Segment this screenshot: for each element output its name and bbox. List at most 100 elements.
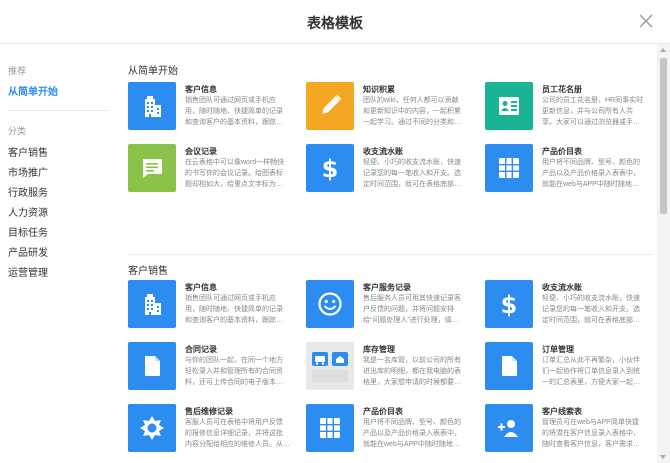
template-card[interactable]: 客户信息 销售团队可通过网页或手机应 用，随时随地、快捷简单的记录 和查询客户的基本资…	[128, 280, 304, 332]
description-line: 在云表格中可以像word一样畅快	[185, 159, 285, 166]
description-line: 销售团队可通过网页或手机应	[185, 97, 276, 104]
template-card[interactable]: $ 收支流水账 轻便、小巧的收支流水账，快速 记录您的每一笔收入和开支。选 定时间范围，…	[485, 280, 657, 332]
section-title: 从简单开始	[128, 66, 178, 77]
template-name: 收支流水账	[363, 147, 403, 156]
description-line: 轻便、小巧的收支流水账，快速	[363, 159, 461, 166]
template-gallery: 从简单开始 客户信息 销售团队可通过网页或手机应 用，随时随地、快捷简单的记录 和查询客…	[113, 44, 657, 463]
template-card[interactable]: 订单管理 订单汇总从此不再繁杂，小伙伴 们一起协作将订单信息录入到统 一的汇总表里，方…	[485, 342, 657, 394]
sidebar-item-quick-start[interactable]: 从简单开始	[8, 83, 58, 98]
description-line: 更新信息，并与公司所有人共	[542, 108, 633, 115]
description-line: 一起学习。通过不同的分类和…	[363, 119, 461, 126]
template-description: 公司的员工花名册，HR同事实时 更新信息，并与公司所有人共 享。大家可以通过浏览器或…	[542, 95, 657, 129]
description-line: 享。大家可以通过浏览器或手…	[542, 119, 640, 126]
template-name: 客户信息	[185, 85, 217, 94]
template-card[interactable]: 产品价目表用户将不同品牌、型号、颜色的 产品以及产品价格录入表表中， 就能在web与…	[306, 404, 482, 456]
description-line: 我是一名库管，以前公司的所有	[363, 357, 461, 364]
description-line: 就能在web与APP中随时随地…	[542, 181, 639, 188]
sidebar-recommend-label: 推荐	[8, 66, 27, 76]
template-description: 与你的团队一起，在同一个地方 轻松录入并和管理所有的合同资 料，还可上传合同的电子版…	[185, 355, 302, 389]
description-line: 售后服务人员可用其快速记录客	[363, 295, 461, 302]
svg-text:$: $	[501, 291, 518, 319]
template-name: 客户线索表	[542, 407, 582, 416]
template-name: 客户信息	[185, 283, 217, 292]
template-card[interactable]: 客户信息 销售团队可通过网页或手机应 用，随时随地、快捷简单的记录 和查询客户的基本资…	[128, 82, 304, 134]
template-card[interactable]: 知识积累团队的wiki，任何人都可以贡献 和更新知识中的内容，一起积累 一起学习。通…	[306, 82, 482, 134]
template-card[interactable]: 售后维修记录 客服人员可在表格中将用户反馈 的报修信息详细记录，并将这批 内容分配给相…	[128, 404, 304, 456]
description-line: 用，随时随地、快捷简单的记录	[185, 108, 283, 115]
template-name: 产品价目表	[542, 147, 582, 156]
sidebar-item-product-rd[interactable]: 产品研发	[8, 244, 48, 259]
template-description: 销售团队可通过网页或手机应 用，随时随地、快捷简单的记录 和查询客户的基本资料，跟踪…	[185, 95, 302, 129]
scroll-up-arrow-icon[interactable]	[660, 48, 666, 52]
description-line: 公司的员工花名册，HR同事实时	[542, 97, 644, 104]
description-line: 管理员可在web与APP简单快捷	[542, 419, 639, 426]
dialog-title: 表格模板	[307, 15, 363, 31]
sidebar-item-hr[interactable]: 人力资源	[8, 204, 48, 219]
sidebar-item-goals-tasks[interactable]: 目标任务	[8, 224, 48, 239]
template-description: 销售团队可通过网页或手机应 用，随时随地、快捷简单的记录 和查询客户的基本资料，跟踪…	[185, 293, 302, 327]
template-description: 轻便、小巧的收支流水账，快速 记录您的每一笔收入和开支。选 定时间范围，就可在表格底…	[363, 157, 480, 191]
template-name: 知识积累	[363, 85, 395, 94]
template-description: 轻便、小巧的收支流水账，快速 记录您的每一笔收入和开支。选 定时间范围，就可在表格底…	[542, 293, 657, 327]
description-line: 一的汇总表里，方便大家一起…	[542, 379, 640, 386]
description-line: 客服人员可在表格中将用户反馈	[185, 419, 283, 426]
smile-icon	[306, 280, 354, 328]
template-name: 客户服务记录	[363, 283, 411, 292]
scroll-down-arrow-icon[interactable]	[660, 455, 666, 459]
template-card[interactable]: 会议记录 在云表格中可以像word一样畅快 的书写你的会议记录。给图表标 题却相如大，…	[128, 144, 304, 196]
template-card[interactable]: $ 收支流水账 轻便、小巧的收支流水账，快速 记录您的每一笔收入和开支。选 定时间范围，…	[306, 144, 482, 196]
dollar-icon: $	[306, 144, 354, 192]
description-line: 记录您的每一笔收入和开支。选	[363, 170, 461, 177]
template-name: 员工花名册	[542, 85, 582, 94]
description-line: 给“问题处理人”进行处理，填…	[363, 317, 459, 324]
description-line: 团队的wiki，任何人都可以贡献	[363, 97, 459, 104]
description-line: 的报修信息详细记录，并将这批	[185, 430, 283, 437]
description-line: 们一起协作将订单信息录入到统	[542, 368, 640, 375]
pencil-icon	[306, 82, 354, 130]
description-line: 随时查看客户信息，客户需求…	[542, 441, 640, 448]
description-line: 与你的团队一起，在同一个地方	[185, 357, 283, 364]
sidebar: 推荐 从简单开始 分类 客户销售 市场推广 行政服务 人力资源 目标任务 产品研…	[0, 44, 113, 463]
description-line: 题却相如大，给重点文字标为…	[185, 181, 283, 188]
description-line: 记录您的每一笔收入和开支。选	[542, 306, 640, 313]
description-line: 产品以及产品价格录入表表中，	[363, 430, 461, 437]
description-line: 户反馈的问题，并将问题安排	[363, 306, 454, 313]
chat-icon	[128, 144, 176, 192]
document-icon	[128, 342, 176, 390]
description-line: 和更新知识中的内容，一起积累	[363, 108, 461, 115]
template-card[interactable]: 客户服务记录售后服务人员可用其快速记录客 户反馈的问题，并将问题安排 给“问题处理人…	[306, 280, 482, 332]
template-card[interactable]: 员工花名册 公司的员工花名册，HR同事实时 更新信息，并与公司所有人共 享。大家可以通…	[485, 82, 657, 134]
grid-icon	[306, 404, 354, 452]
sidebar-item-customer-sales[interactable]: 客户销售	[8, 144, 48, 159]
template-description: 管理员可在web与APP简单快捷 的将潜在客户信息录入表格中， 随时查看客户信息，客…	[542, 417, 657, 451]
description-line: 定时间范围，就可在表格底部…	[542, 317, 640, 324]
template-card[interactable]: 产品价目表 用户将不同品牌、型号、颜色的 产品以及产品价格录入表表中， 就能在web与…	[485, 144, 657, 196]
dollar-icon: $	[485, 280, 533, 328]
description-line: 定时间范围，就可在表格底部…	[363, 181, 461, 188]
svg-text:$: $	[322, 155, 339, 183]
section-divider	[128, 254, 653, 255]
description-line: 的将潜在客户信息录入表格中，	[542, 430, 640, 437]
grid-icon	[485, 144, 533, 192]
description-line: 轻便、小巧的收支流水账，快速	[542, 295, 640, 302]
template-description: 订单汇总从此不再繁杂，小伙伴 们一起协作将订单信息录入到统 一的汇总表里，方便大家一…	[542, 355, 657, 389]
template-card[interactable]: 库存管理 我是一名库管，以前公司的所有 进出库的明细，都在我电脑的表 格里，大家想申请…	[306, 342, 482, 394]
sidebar-item-admin-services[interactable]: 行政服务	[8, 184, 48, 199]
template-name: 订单管理	[542, 345, 574, 354]
template-card[interactable]: 客户线索表管理员可在web与APP简单快捷 的将潜在客户信息录入表格中， 随时查看客…	[485, 404, 657, 456]
building-icon	[128, 280, 176, 328]
close-icon[interactable]	[636, 11, 656, 31]
description-line: 和查询客户的基本资料，跟踪…	[185, 317, 283, 324]
description-line: 进出库的明细，都在我电脑的表	[363, 368, 461, 375]
template-name: 产品价目表	[363, 407, 403, 416]
description-line: 用户将不同品牌、型号、颜色的	[363, 419, 461, 426]
sidebar-item-operations[interactable]: 运营管理	[8, 264, 48, 279]
template-name: 收支流水账	[542, 283, 582, 292]
template-card[interactable]: 合同记录 与你的团队一起，在同一个地方 轻松录入并和管理所有的合同资 料，还可上传合同…	[128, 342, 304, 394]
template-description: 用户将不同品牌、型号、颜色的 产品以及产品价格录入表表中， 就能在web与APP中随…	[542, 157, 657, 191]
description-line: 订单汇总从此不再繁杂，小伙伴	[542, 357, 640, 364]
description-line: 就能在web与APP中随时随地…	[363, 441, 460, 448]
sidebar-item-marketing[interactable]: 市场推广	[8, 164, 48, 179]
scrollbar[interactable]	[657, 44, 670, 463]
scrollbar-thumb[interactable]	[660, 58, 667, 214]
